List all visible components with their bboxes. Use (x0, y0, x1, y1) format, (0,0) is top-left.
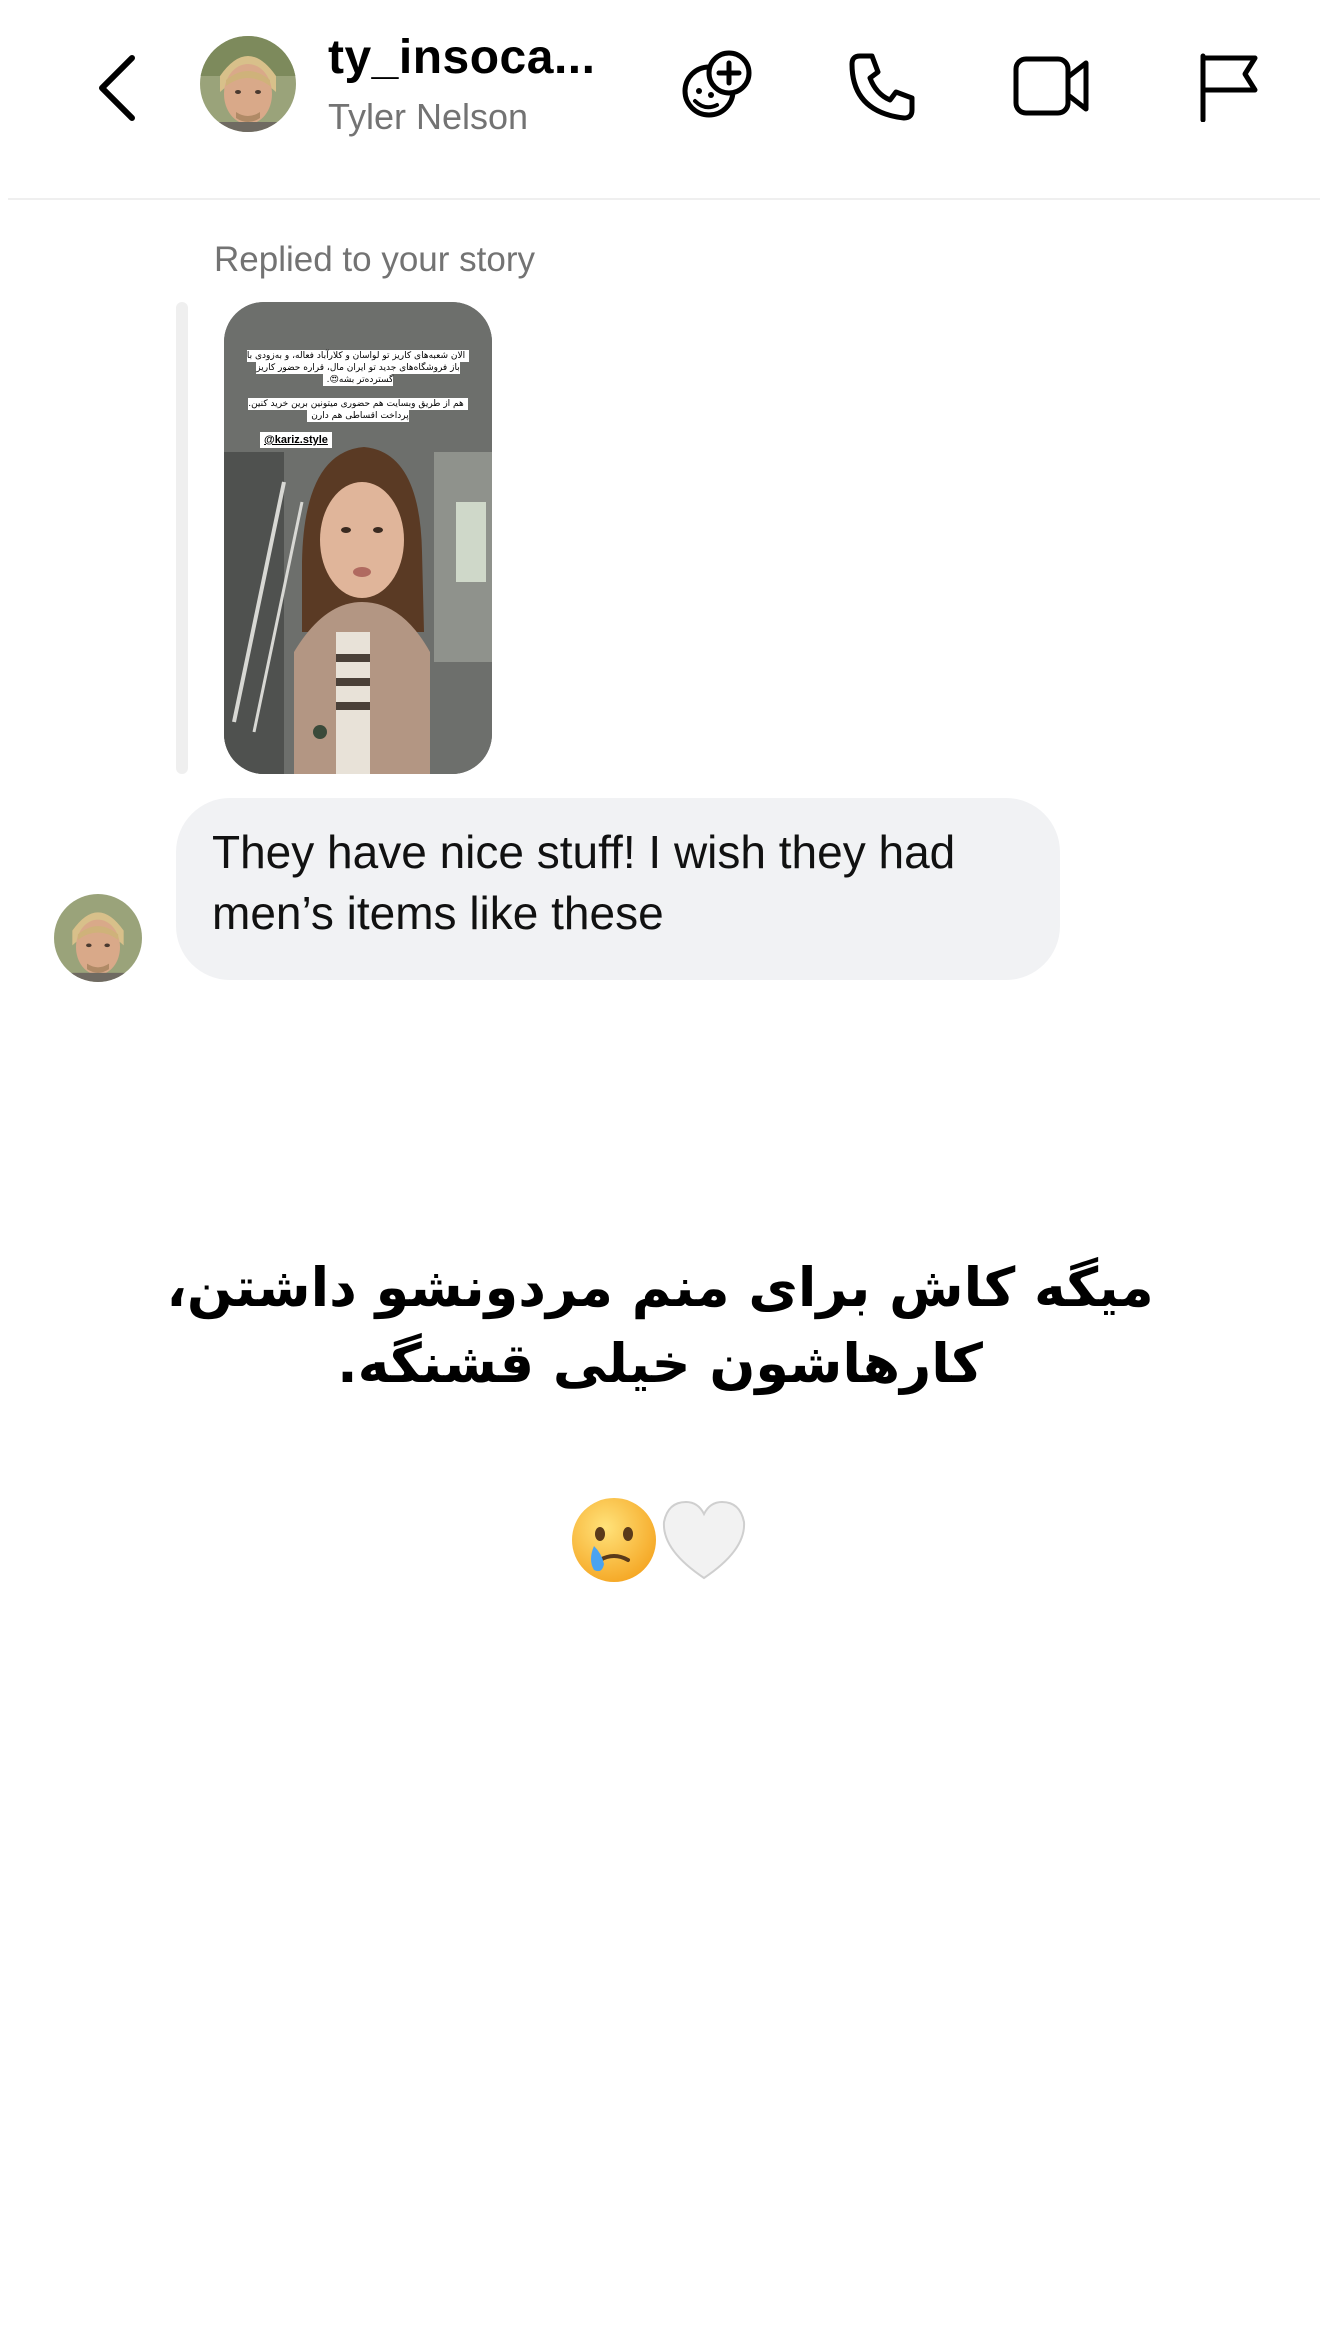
video-icon (1013, 56, 1089, 116)
white-heart-icon (662, 1500, 746, 1580)
reply-quote-bar (176, 302, 188, 774)
effects-icon (682, 50, 752, 118)
message-bubble[interactable]: They have nice stuff! I wish they had me… (176, 798, 1060, 980)
chat-header: ty_insoca... Tyler Nelson (0, 0, 1320, 198)
story-caption-line1: الان شعبه‌های کاریز تو لواسان و کلارآباد… (246, 350, 470, 386)
back-chevron-icon (99, 55, 135, 121)
chat-display-name: Tyler Nelson (328, 96, 529, 137)
reply-context-label: Replied to your story (214, 240, 535, 279)
chat-username[interactable]: ty_insoca... (328, 30, 595, 85)
emoji-row (568, 1494, 752, 1586)
profile-avatar[interactable] (200, 36, 296, 132)
story-caption: الان شعبه‌های کاریز تو لواسان و کلارآباد… (244, 350, 472, 422)
message-text: They have nice stuff! I wish they had me… (212, 826, 956, 939)
overlay-caption: میگه کاش برای منم مردونشو داشتن، کارهاشو… (166, 1256, 1154, 1395)
story-caption-line2: هم از طریق وبسایت هم حضوری میتونین برین … (248, 398, 468, 422)
report-button[interactable] (1186, 44, 1270, 128)
story-thumbnail[interactable]: الان شعبه‌های کاریز تو لواسان و کلارآباد… (224, 302, 492, 774)
sender-avatar[interactable] (54, 894, 142, 982)
header-divider (8, 198, 1320, 200)
back-button[interactable] (88, 48, 144, 128)
story-mention-tag: @kariz.style (260, 432, 332, 448)
video-call-button[interactable] (1010, 44, 1094, 128)
flag-icon (1200, 53, 1258, 122)
voice-call-button[interactable] (840, 44, 924, 128)
phone-icon (849, 53, 915, 121)
effects-button[interactable] (674, 44, 758, 128)
face-holding-back-tears-icon (572, 1498, 656, 1582)
